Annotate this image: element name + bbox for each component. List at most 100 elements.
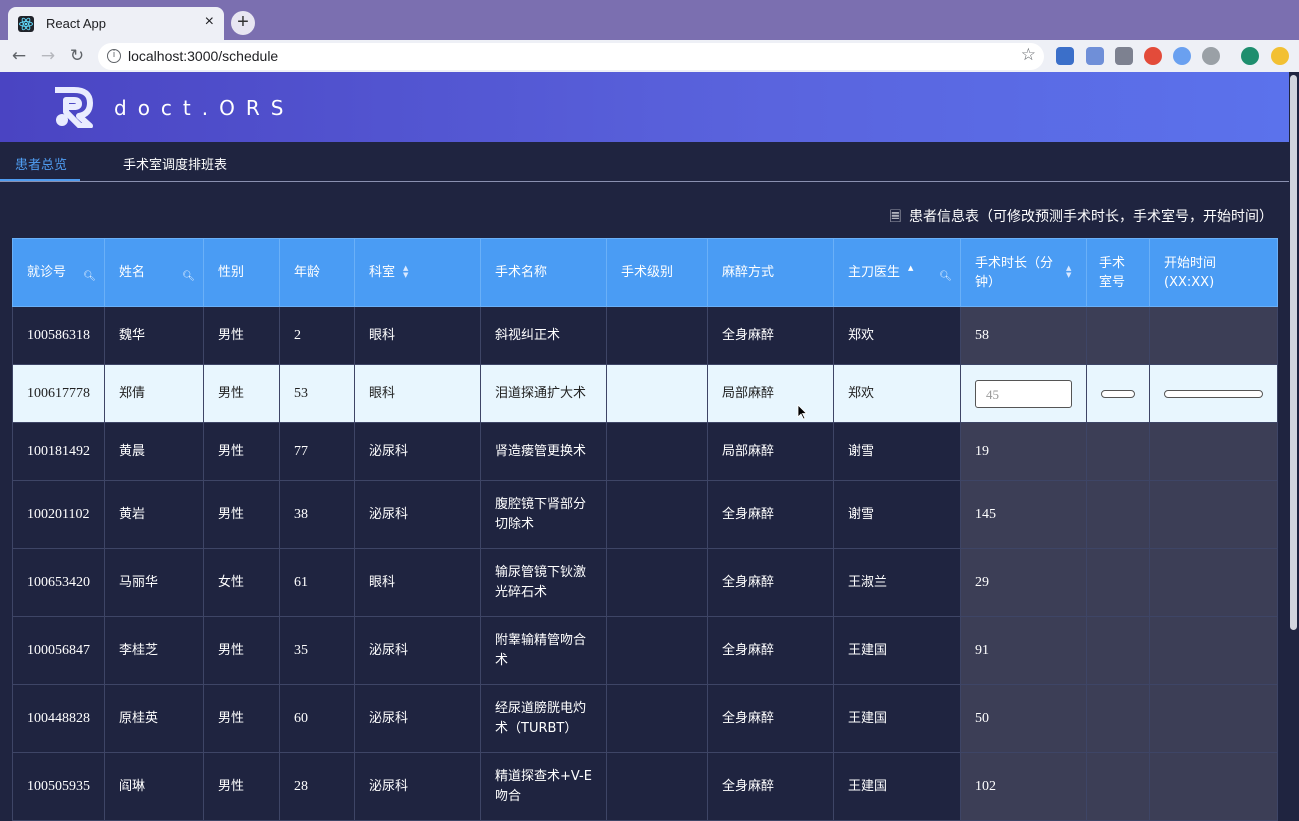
coin-icon[interactable] xyxy=(1271,47,1289,65)
search-icon[interactable]: 🔍︎ xyxy=(939,267,952,286)
table-row[interactable]: 100056847 李桂芝 男性 35 泌尿科 附睾输精管吻合术 全身麻醉 王建国 91 xyxy=(12,616,1278,685)
cell-start[interactable] xyxy=(1149,684,1278,753)
cell-surgery: 输尿管镜下钬激光碎石术 xyxy=(480,548,607,617)
cell-room[interactable] xyxy=(1086,480,1150,549)
cell-room[interactable] xyxy=(1086,306,1150,365)
sort-asc-icon[interactable]: ▲ xyxy=(908,265,916,272)
reader-icon[interactable] xyxy=(1115,47,1133,65)
column-header-age: 年龄 xyxy=(279,238,355,307)
start-time-input[interactable] xyxy=(1164,389,1263,398)
cell-room[interactable] xyxy=(1086,752,1150,821)
cell-anesthesia: 局部麻醉 xyxy=(707,364,834,423)
search-icon[interactable]: 🔍︎ xyxy=(83,267,96,286)
cell-room[interactable] xyxy=(1086,422,1150,481)
cell-start[interactable] xyxy=(1149,422,1278,481)
cell-duration[interactable]: 19 xyxy=(960,422,1087,481)
cell-start[interactable] xyxy=(1149,480,1278,549)
cell-gender: 男性 xyxy=(203,684,280,753)
cell-gender: 男性 xyxy=(203,616,280,685)
cell-name: 黄晨 xyxy=(104,422,204,481)
cell-name: 原桂英 xyxy=(104,684,204,753)
cell-surgery: 泪道探通扩大术 xyxy=(480,364,607,423)
room-input[interactable] xyxy=(1101,389,1135,398)
cell-surgery: 斜视纠正术 xyxy=(480,306,607,365)
sort-icon[interactable]: ▲ ▼ xyxy=(1066,265,1074,279)
patient-table: 就诊号 🔍︎ 姓名 🔍︎ 性别 年龄 科室 ▲ ▼ 手术名称 手术级别 麻醉方式 主刀医… xyxy=(12,238,1278,821)
cell-id: 100505935 xyxy=(12,752,105,821)
cell-duration[interactable]: 91 xyxy=(960,616,1087,685)
cell-duration[interactable]: 29 xyxy=(960,548,1087,617)
table-row[interactable]: 100181492 黄晨 男性 77 泌尿科 肾造瘘管更换术 局部麻醉 谢雪 19 xyxy=(12,422,1278,481)
cell-start[interactable] xyxy=(1149,548,1278,617)
profile-icon[interactable] xyxy=(1241,47,1259,65)
scrollbar-thumb[interactable] xyxy=(1290,75,1297,630)
table-row[interactable]: 100653420 马丽华 女性 61 眼科 输尿管镜下钬激光碎石术 全身麻醉 王淑兰 29 xyxy=(12,548,1278,617)
mouse-cursor-icon xyxy=(797,404,807,420)
cell-gender: 男性 xyxy=(203,306,280,365)
cell-gender: 男性 xyxy=(203,422,280,481)
cell-start[interactable] xyxy=(1149,306,1278,365)
cell-dept: 泌尿科 xyxy=(354,422,481,481)
cell-duration: 45 xyxy=(960,364,1087,423)
forward-icon[interactable]: → xyxy=(37,45,59,67)
cell-dept: 泌尿科 xyxy=(354,752,481,821)
table-title: 🗏 患者信息表（可修改预测手术时长，手术室号，开始时间） xyxy=(890,206,1273,230)
cell-room[interactable] xyxy=(1086,548,1150,617)
new-tab-button[interactable]: + xyxy=(231,11,255,35)
app-header: doct.ORS xyxy=(0,72,1289,142)
vpn-icon[interactable] xyxy=(1202,47,1220,65)
table-row[interactable]: 100586318 魏华 男性 2 眼科 斜视纠正术 全身麻醉 郑欢 58 xyxy=(12,306,1278,365)
cell-room[interactable] xyxy=(1086,684,1150,753)
new-extension-icon[interactable] xyxy=(1056,47,1074,65)
table-row[interactable]: 100448828 原桂英 男性 60 泌尿科 经尿道膀胱电灼术（TURBT） 全身麻醉 王建… xyxy=(12,684,1278,753)
info-icon[interactable]: i xyxy=(107,49,121,63)
cell-age: 35 xyxy=(279,616,355,685)
cell-anesthesia: 全身麻醉 xyxy=(707,480,834,549)
table-body: 100586318 魏华 男性 2 眼科 斜视纠正术 全身麻醉 郑欢 58 100617778 郑倩… xyxy=(12,306,1278,821)
column-header-name: 姓名 🔍︎ xyxy=(104,238,204,307)
cell-duration[interactable]: 145 xyxy=(960,480,1087,549)
duration-input[interactable]: 45 xyxy=(975,379,1072,408)
chrome-icon[interactable] xyxy=(1144,47,1162,65)
bookmark-star-icon[interactable]: ☆ xyxy=(1021,45,1036,65)
cell-surgery: 精道探查术+V-E吻合 xyxy=(480,752,607,821)
cell-surgeon: 郑欢 xyxy=(833,364,961,423)
search-icon[interactable]: 🔍︎ xyxy=(182,267,195,286)
browser-tab[interactable]: React App × xyxy=(8,7,224,40)
cell-duration[interactable]: 102 xyxy=(960,752,1087,821)
send-icon[interactable] xyxy=(1173,47,1191,65)
cell-anesthesia: 全身麻醉 xyxy=(707,548,834,617)
table-row[interactable]: 100201102 黄岩 男性 38 泌尿科 腹腔镜下肾部分切除术 全身麻醉 谢雪 145 xyxy=(12,480,1278,549)
cell-anesthesia: 全身麻醉 xyxy=(707,616,834,685)
cell-duration[interactable]: 50 xyxy=(960,684,1087,753)
column-header-id: 就诊号 🔍︎ xyxy=(12,238,105,307)
tab-patient-overview[interactable]: 患者总览 xyxy=(15,154,67,173)
cell-room[interactable] xyxy=(1086,616,1150,685)
cell-age: 28 xyxy=(279,752,355,821)
back-icon[interactable]: ← xyxy=(8,45,30,67)
cell-name: 魏华 xyxy=(104,306,204,365)
cell-duration[interactable]: 58 xyxy=(960,306,1087,365)
reload-icon[interactable]: ↻ xyxy=(66,45,88,67)
browser-tab-title: React App xyxy=(46,16,106,31)
table-row[interactable]: 100505935 阎琳 男性 28 泌尿科 精道探查术+V-E吻合 全身麻醉 王建国 102 xyxy=(12,752,1278,821)
translate-icon[interactable] xyxy=(1086,47,1104,65)
column-header-duration[interactable]: 手术时长（分钟） ▲ ▼ xyxy=(960,238,1087,307)
column-header-surgeon[interactable]: 主刀医生 ▲ 🔍︎ xyxy=(833,238,961,307)
cell-anesthesia: 局部麻醉 xyxy=(707,422,834,481)
cell-surgery: 经尿道膀胱电灼术（TURBT） xyxy=(480,684,607,753)
cell-surgery: 腹腔镜下肾部分切除术 xyxy=(480,480,607,549)
tab-or-schedule[interactable]: 手术室调度排班表 xyxy=(123,154,227,173)
table-row[interactable]: 100617778 郑倩 男性 53 眼科 泪道探通扩大术 局部麻醉 郑欢 45 xyxy=(12,364,1278,423)
close-icon[interactable]: × xyxy=(205,13,214,31)
cell-name: 马丽华 xyxy=(104,548,204,617)
url-text[interactable]: localhost:3000/schedule xyxy=(128,48,278,64)
cell-start[interactable] xyxy=(1149,616,1278,685)
sort-icon[interactable]: ▲ ▼ xyxy=(403,265,411,279)
cell-surgeon: 郑欢 xyxy=(833,306,961,365)
column-header-surgery: 手术名称 xyxy=(480,238,607,307)
address-bar[interactable]: i localhost:3000/schedule ☆ xyxy=(98,43,1044,70)
cell-anesthesia: 全身麻醉 xyxy=(707,306,834,365)
cell-start[interactable] xyxy=(1149,752,1278,821)
column-header-dept[interactable]: 科室 ▲ ▼ xyxy=(354,238,481,307)
